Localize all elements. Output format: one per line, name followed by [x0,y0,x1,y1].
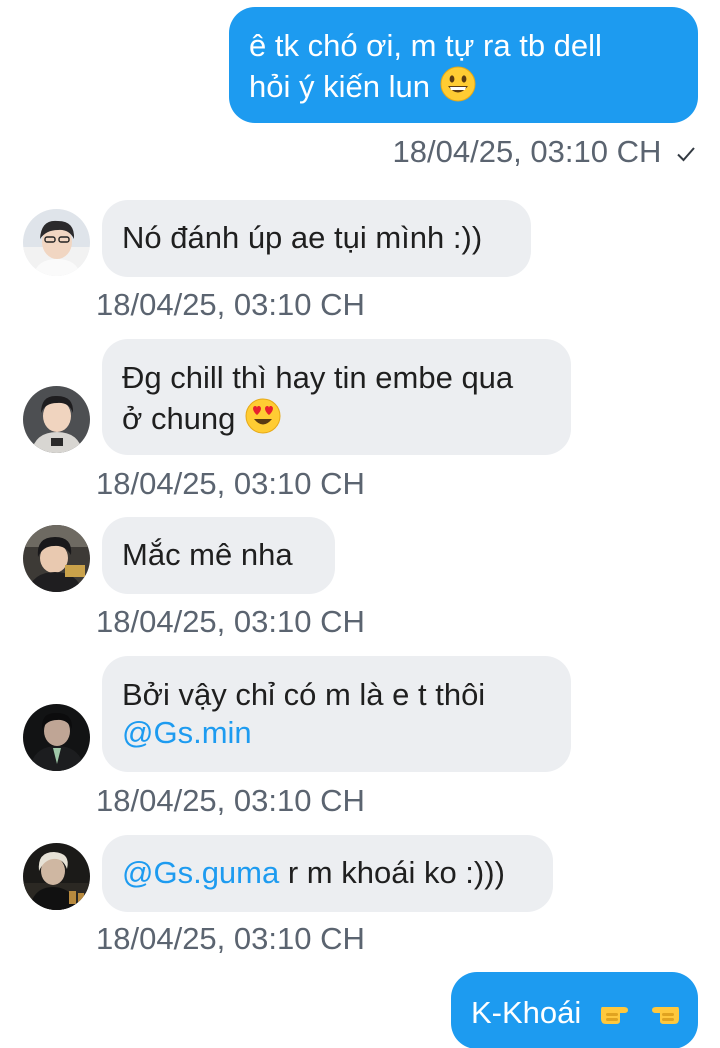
sender-avatar[interactable] [23,843,90,910]
message-text-line: Bởi vậy chỉ có m là e t thôi [122,677,486,712]
message-text-line: ê tk chó ơi, m tự ra tb dell [249,28,602,63]
outgoing-message-bubble[interactable]: K-Khoái [451,972,698,1048]
heart-eyes-face-emoji-icon [244,397,282,444]
message-timestamp: 18/04/25, 03:10 CH [96,604,365,639]
user-mention-link[interactable]: @Gs.guma [122,855,279,890]
grinning-face-emoji-icon [439,65,477,112]
timestamp-text: 18/04/25, 03:10 CH [392,134,662,169]
sender-avatar[interactable] [23,209,90,276]
message-text-line-wrap: ở chung [122,397,551,444]
incoming-message-bubble[interactable]: Bởi vậy chỉ có m là e t thôi @Gs.min [102,656,571,772]
incoming-message-bubble[interactable]: Mắc mê nha [102,517,335,594]
chat-thread: ê tk chó ơi, m tự ra tb dell hỏi ý kiến … [0,0,720,1048]
message-text-line: ở chung [122,401,236,436]
outgoing-message-bubble[interactable]: ê tk chó ơi, m tự ra tb dell hỏi ý kiến … [229,7,698,123]
message-text: Mắc mê nha [122,537,293,572]
message-text-line: hỏi ý kiến lun [249,69,430,104]
sender-avatar[interactable] [23,704,90,771]
message-timestamp: 18/04/25, 03:10 CH [96,783,365,818]
message-text-line-wrap: hỏi ý kiến lun [249,65,678,112]
message-text: r m khoái ko :))) [279,855,505,890]
message-text-line: Đg chill thì hay tin embe qua [122,360,514,395]
message-timestamp: 18/04/25, 03:10 CH [393,134,696,170]
message-text: Nó đánh úp ae tụi mình :)) [122,220,483,255]
incoming-message-bubble[interactable]: Đg chill thì hay tin embe qua ở chung [102,339,571,455]
sender-avatar[interactable] [23,386,90,453]
sent-check-icon [677,147,695,162]
pointing-hands-emoji-icon [598,991,682,1038]
message-timestamp: 18/04/25, 03:10 CH [96,287,365,322]
incoming-message-bubble[interactable]: @Gs.guma r m khoái ko :))) [102,835,553,912]
sender-avatar[interactable] [23,525,90,592]
incoming-message-bubble[interactable]: Nó đánh úp ae tụi mình :)) [102,200,531,277]
user-mention-link[interactable]: @Gs.min [122,714,551,752]
message-text: K-Khoái [471,995,582,1030]
message-timestamp: 18/04/25, 03:10 CH [96,921,365,956]
message-timestamp: 18/04/25, 03:10 CH [96,466,365,501]
